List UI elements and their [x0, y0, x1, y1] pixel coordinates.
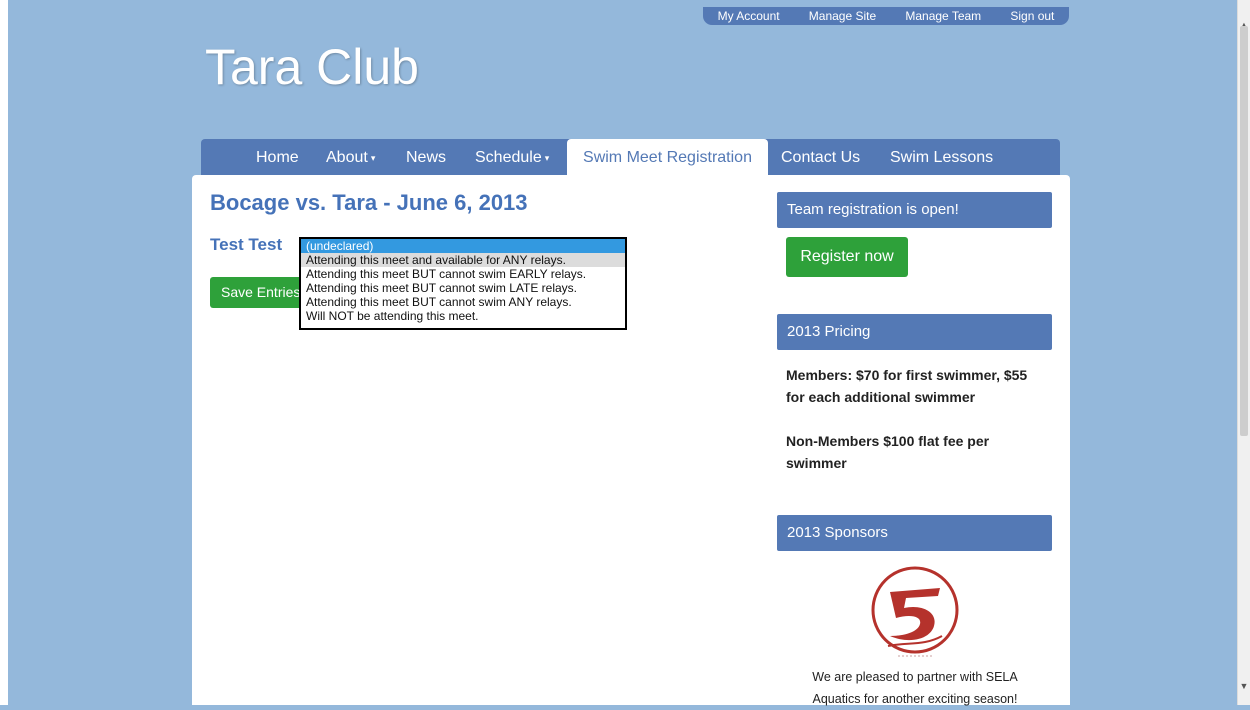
- nav-home-label: Home: [256, 149, 299, 166]
- nav-about[interactable]: About ▾: [326, 139, 375, 175]
- pricing-header: 2013 Pricing: [777, 314, 1052, 350]
- scroll-thumb[interactable]: [1240, 26, 1248, 436]
- pricing-nonmembers-text: Non-Members $100 flat fee per swimmer: [786, 433, 990, 471]
- sponsor-description: We are pleased to partner with SELA Aqua…: [812, 670, 1018, 706]
- nav-contact-us[interactable]: Contact Us: [781, 139, 860, 175]
- attendance-dropdown-list[interactable]: (undeclared) Attending this meet and ava…: [299, 237, 627, 330]
- dropdown-option-no-late-relays[interactable]: Attending this meet BUT cannot swim LATE…: [301, 281, 625, 295]
- caret-down-icon: ▾: [544, 153, 550, 163]
- nav-news[interactable]: News: [406, 139, 446, 175]
- nav-contact-us-label: Contact Us: [781, 149, 861, 166]
- nav-schedule-label: Schedule: [475, 149, 542, 167]
- meet-title: Bocage vs. Tara - June 6, 2013: [210, 190, 528, 215]
- sponsors-header: 2013 Sponsors: [777, 515, 1052, 551]
- nav-home[interactable]: Home: [256, 139, 299, 175]
- nav-swim-lessons-label: Swim Lessons: [890, 149, 994, 166]
- main-nav: Home About ▾ News Schedule ▾ Swim Meet Reg…: [201, 139, 1060, 175]
- save-entries-button[interactable]: Save Entries: [210, 277, 302, 308]
- register-now-button[interactable]: Register now: [786, 237, 908, 277]
- page-scrollbar[interactable]: ▲ ▼: [1237, 0, 1250, 705]
- manage-site-link[interactable]: Manage Site: [809, 9, 876, 23]
- nav-swim-meet-registration[interactable]: Swim Meet Registration: [567, 139, 768, 175]
- nav-swim-lessons[interactable]: Swim Lessons: [890, 139, 993, 175]
- my-account-link[interactable]: My Account: [718, 9, 780, 23]
- nav-swim-meet-registration-label: Swim Meet Registration: [583, 149, 752, 166]
- nav-about-label: About: [326, 149, 368, 167]
- dropdown-option-not-attending[interactable]: Will NOT be attending this meet.: [301, 309, 625, 323]
- dropdown-option-any-relays[interactable]: Attending this meet and available for AN…: [301, 253, 625, 267]
- swimmer-name: Test Test: [210, 235, 283, 254]
- account-links-bar: My Account Manage Site Manage Team Sign …: [703, 7, 1069, 25]
- dropdown-option-no-early-relays[interactable]: Attending this meet BUT cannot swim EARL…: [301, 267, 625, 281]
- scroll-down-arrow[interactable]: ▼: [1238, 679, 1250, 693]
- sela-aquatics-logo[interactable]: [868, 566, 962, 660]
- nav-news-label: News: [406, 149, 447, 166]
- dropdown-option-undeclared[interactable]: (undeclared): [301, 239, 625, 253]
- caret-down-icon: ▾: [370, 153, 376, 163]
- left-window-edge: [0, 0, 8, 705]
- site-title[interactable]: Tara Club: [205, 38, 419, 96]
- manage-team-link[interactable]: Manage Team: [905, 9, 981, 23]
- sign-out-link[interactable]: Sign out: [1010, 9, 1054, 23]
- registration-header: Team registration is open!: [777, 192, 1052, 228]
- nav-schedule[interactable]: Schedule ▾: [475, 139, 549, 175]
- pricing-members-text: Members: $70 for first swimmer, $55 for …: [786, 367, 1028, 405]
- dropdown-option-no-relays[interactable]: Attending this meet BUT cannot swim ANY …: [301, 295, 625, 309]
